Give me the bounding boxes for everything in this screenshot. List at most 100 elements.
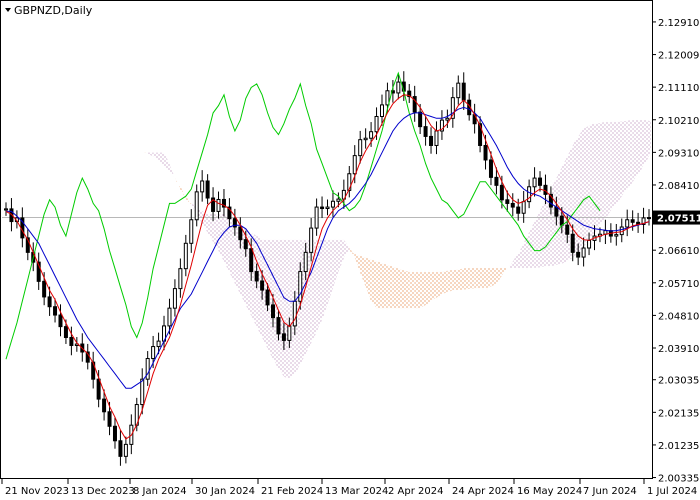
kumo-segment	[278, 239, 284, 377]
candle-body	[276, 317, 281, 335]
candle-body	[309, 227, 314, 253]
kumo-segment	[458, 268, 464, 290]
candle-body	[554, 206, 559, 217]
x-tick-label: 21 Feb 2024	[261, 486, 323, 497]
kumo-segment	[638, 120, 644, 175]
x-tick-label: 7 Jun 2024	[583, 486, 637, 497]
kumo-segment	[452, 269, 459, 291]
candle-body	[260, 280, 265, 291]
candle-body	[178, 268, 183, 290]
kumo-segment	[610, 121, 617, 211]
price-axis: 2.12910 2.12009 2.11110 2.10210 2.09310 2.084…	[652, 18, 699, 485]
candle-body	[352, 155, 357, 175]
symbol-title: GBPNZD,Daily	[14, 4, 93, 17]
candle-body	[461, 82, 466, 101]
kumo-segment	[376, 261, 382, 309]
candle-body	[47, 296, 52, 308]
candle-body	[183, 242, 188, 270]
kumo-segment	[605, 121, 611, 218]
kumo-segment	[463, 267, 470, 290]
candle-body	[587, 239, 592, 249]
kumo-segment	[392, 266, 399, 309]
candle-body	[429, 135, 434, 146]
x-tick-label: 24 Apr 2024	[452, 486, 514, 497]
kumo-segment	[229, 217, 235, 284]
candle-body	[576, 251, 581, 258]
candle-body	[494, 176, 499, 186]
current-price-label: 2.07511	[657, 214, 700, 225]
kumo-segment	[621, 120, 628, 197]
candle-body	[336, 198, 341, 202]
candle-body	[527, 186, 532, 203]
y-tick-label: 2.03035	[658, 376, 699, 387]
y-tick-label: 2.04810	[658, 311, 699, 322]
candle-body	[418, 111, 423, 128]
ichimoku-chart: 2.12910 2.12009 2.11110 2.10210 2.09310 2.084…	[0, 0, 700, 500]
kumo-segment	[414, 272, 421, 309]
candle-body	[156, 340, 161, 348]
candle-body	[205, 180, 210, 199]
current-price-tag: 2.07511	[653, 210, 700, 225]
candle-body	[483, 144, 488, 161]
y-tick-label: 2.12910	[658, 18, 699, 29]
candle-body	[396, 81, 401, 94]
y-tick-label: 2.12009	[658, 51, 699, 62]
kumo-segment	[398, 268, 404, 309]
y-tick-label: 2.01235	[658, 441, 699, 452]
candle-body	[303, 251, 308, 273]
candle-body	[189, 219, 194, 244]
candle-body	[521, 201, 526, 214]
kumo-segment	[316, 239, 323, 333]
kumo-segment	[627, 120, 633, 189]
y-tick-label: 2.10210	[658, 116, 699, 127]
candle-body	[570, 233, 575, 253]
candle-body	[58, 314, 63, 328]
candle-body	[314, 206, 319, 229]
candle-body	[265, 289, 270, 306]
candle-body	[505, 199, 510, 204]
y-tick-label: 2.08410	[658, 181, 699, 192]
candle-body	[614, 234, 619, 237]
candle-body	[538, 177, 543, 186]
candle-body	[243, 239, 248, 250]
candle-body	[516, 206, 521, 214]
x-tick-label: 8 Jan 2024	[133, 486, 187, 497]
candle-body	[510, 202, 515, 208]
candle-body	[379, 104, 384, 117]
x-tick-label: 1 Jul 2024	[647, 486, 697, 497]
candle-body	[287, 325, 292, 341]
candle-body	[630, 219, 635, 223]
candle-body	[434, 130, 439, 146]
candle-body	[456, 82, 461, 99]
kumo-segment	[469, 267, 475, 289]
kumo-segment	[540, 199, 546, 268]
candle-body	[145, 358, 150, 380]
candle-body	[532, 177, 537, 188]
x-tick-label: 21 Nov 2023	[5, 486, 69, 497]
kumo-segment	[480, 267, 486, 289]
candle-body	[385, 90, 390, 106]
candle-body	[271, 304, 276, 319]
kumo-segment	[425, 272, 432, 305]
kumo-segment	[594, 123, 600, 233]
candle-body	[488, 159, 493, 178]
candle-body	[369, 131, 374, 139]
x-tick-label: 13 Dec 2023	[71, 486, 135, 497]
candle-body	[565, 224, 570, 235]
y-tick-label: 2.00335	[658, 474, 699, 485]
x-tick-label: 13 Mar 2024	[325, 486, 388, 497]
x-tick-label: 2 Apr 2024	[388, 486, 443, 497]
kumo-segment	[589, 123, 595, 240]
candle-body	[238, 226, 243, 241]
kumo-segment	[583, 125, 590, 247]
candle-body	[96, 378, 101, 400]
y-tick-label: 2.06610	[658, 246, 699, 257]
candle-body	[543, 184, 548, 195]
candle-body	[200, 180, 205, 193]
chart-title: GBPNZD,Daily	[5, 4, 93, 17]
kumo-segment	[485, 267, 491, 288]
kumo-segment	[409, 271, 415, 309]
candle-body	[140, 378, 145, 406]
candle-body	[216, 198, 221, 212]
candle-body	[151, 346, 156, 360]
